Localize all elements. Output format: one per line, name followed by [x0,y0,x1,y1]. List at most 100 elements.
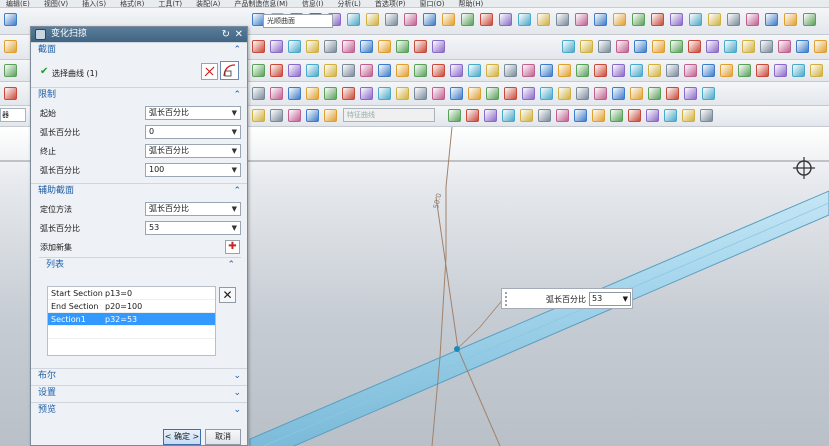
menu-item[interactable]: 信息(I) [302,0,324,7]
toolbar-tool-icon[interactable] [385,13,398,26]
toolbar-tool-icon[interactable] [708,13,721,26]
select-curve-row[interactable]: ✔ 选择曲线 (1) [31,57,247,87]
toolbar-tool-icon[interactable] [540,87,553,100]
cancel-button[interactable]: 取消 [205,429,241,445]
aux-percent-combo[interactable]: 53 ▼ [145,221,241,235]
toolbar-tool-icon[interactable] [612,87,625,100]
toolbar-tool-icon[interactable] [666,64,679,77]
toolbar-tool-icon[interactable] [306,87,319,100]
toolbar-tool-icon[interactable] [288,87,301,100]
toolbar-tool-icon[interactable] [520,109,533,122]
toolbar-tool-icon[interactable] [502,109,515,122]
toolbar-tool-icon[interactable] [634,40,647,53]
toolbar-tool-icon[interactable] [450,87,463,100]
toolbar-tool-icon[interactable] [442,13,455,26]
toolbar-tool-icon[interactable] [682,109,695,122]
toolbar-tool-icon[interactable] [414,40,427,53]
toolbar-tool-icon[interactable] [727,13,740,26]
toolbar-tool-icon[interactable] [360,64,373,77]
toolbar-tool-icon[interactable] [306,40,319,53]
locate-method-combo[interactable]: 弧长百分比 ▼ [145,202,241,216]
toolbar-tool-icon[interactable] [342,87,355,100]
toolbar-tool-icon[interactable] [576,87,589,100]
toolbar-tool-icon[interactable] [574,109,587,122]
toolbar-tool-icon[interactable] [324,109,337,122]
toolbar-tool-icon[interactable] [720,64,733,77]
toolbar-tool-icon[interactable] [689,13,702,26]
toolbar-tool-icon[interactable] [270,109,283,122]
toolbar-tool-icon[interactable] [4,87,17,100]
toolbar-tool-icon[interactable] [803,13,816,26]
toolbar-tool-icon[interactable] [396,64,409,77]
menu-item[interactable]: 产品制造信息(M) [234,0,288,7]
toolbar-tool-icon[interactable] [484,109,497,122]
section-header-boolean[interactable]: 布尔 ⌄ [31,368,247,383]
toolbar-tool-icon[interactable] [432,87,445,100]
toolbar-tool-icon[interactable] [796,40,809,53]
selection-filter-combo[interactable]: 器 [0,108,26,122]
curve-rule-filter[interactable]: 特征曲线 [343,108,435,122]
toolbar-tool-icon[interactable] [499,13,512,26]
float-value-combo[interactable]: 53 ▼ [589,292,631,306]
toolbar-tool-icon[interactable] [814,40,827,53]
toolbar-tool-icon[interactable] [670,13,683,26]
table-row[interactable]: Start Section p13=0 [48,287,215,300]
ok-button[interactable]: < 确定 > [163,429,201,445]
toolbar-tool-icon[interactable] [466,109,479,122]
toolbar-tool-icon[interactable] [664,109,677,122]
menu-item[interactable]: 视图(V) [44,0,68,7]
toolbar-tool-icon[interactable] [396,40,409,53]
toolbar-tool-icon[interactable] [765,13,778,26]
toolbar-tool-icon[interactable] [702,64,715,77]
toolbar-tool-icon[interactable] [468,87,481,100]
toolbar-tool-icon[interactable] [414,64,427,77]
toolbar-tool-icon[interactable] [252,40,265,53]
start-type-combo[interactable]: 弧长百分比 ▼ [145,106,241,120]
toolbar-tool-icon[interactable] [347,13,360,26]
curve-selector-icon[interactable] [201,63,218,80]
toolbar-tool-icon[interactable] [537,13,550,26]
toolbar-tool-icon[interactable] [592,109,605,122]
toolbar-tool-icon[interactable] [288,40,301,53]
toolbar-tool-icon[interactable] [628,109,641,122]
toolbar-tool-icon[interactable] [700,109,713,122]
toolbar-tool-icon[interactable] [742,40,755,53]
section-header-aux[interactable]: 辅助截面 ⌃ [31,183,247,198]
toolbar-tool-icon[interactable] [652,40,665,53]
toolbar-tool-icon[interactable] [432,64,445,77]
close-icon[interactable]: ✕ [235,27,243,42]
toolbar-tool-icon[interactable] [562,40,575,53]
toolbar-tool-icon[interactable] [504,64,517,77]
toolbar-tool-icon[interactable] [616,40,629,53]
toolbar-tool-icon[interactable] [480,13,493,26]
toolbar-tool-icon[interactable] [522,87,535,100]
toolbar-tool-icon[interactable] [558,64,571,77]
toolbar-tool-icon[interactable] [580,40,593,53]
remove-section-button[interactable]: ✕ [219,287,236,303]
toolbar-tool-icon[interactable] [648,64,661,77]
toolbar-tool-icon[interactable] [594,64,607,77]
add-new-set-icon[interactable]: ✚ [225,240,240,254]
toolbar-tool-icon[interactable] [670,40,683,53]
toolbar-tool-icon[interactable] [378,64,391,77]
toolbar-tool-icon[interactable] [4,40,17,53]
toolbar-tool-icon[interactable] [324,64,337,77]
toolbar-tool-icon[interactable] [630,64,643,77]
toolbar-tool-icon[interactable] [324,87,337,100]
toolbar-tool-icon[interactable] [610,109,623,122]
table-row[interactable]: End Section p20=100 [48,300,215,313]
toolbar-tool-icon[interactable] [270,40,283,53]
menu-item[interactable]: 格式(R) [120,0,144,7]
toolbar-tool-icon[interactable] [288,64,301,77]
toolbar-tool-icon[interactable] [252,109,265,122]
toolbar-tool-icon[interactable] [486,64,499,77]
toolbar-tool-icon[interactable] [448,109,461,122]
toolbar-tool-icon[interactable] [594,87,607,100]
toolbar-tool-icon[interactable] [630,87,643,100]
menu-item[interactable]: 帮助(H) [459,0,484,7]
menu-item[interactable]: 编辑(E) [6,0,30,7]
toolbar-tool-icon[interactable] [774,64,787,77]
section-builder-icon[interactable] [220,61,239,80]
toolbar-tool-icon[interactable] [651,13,664,26]
toolbar-tool-icon[interactable] [306,109,319,122]
